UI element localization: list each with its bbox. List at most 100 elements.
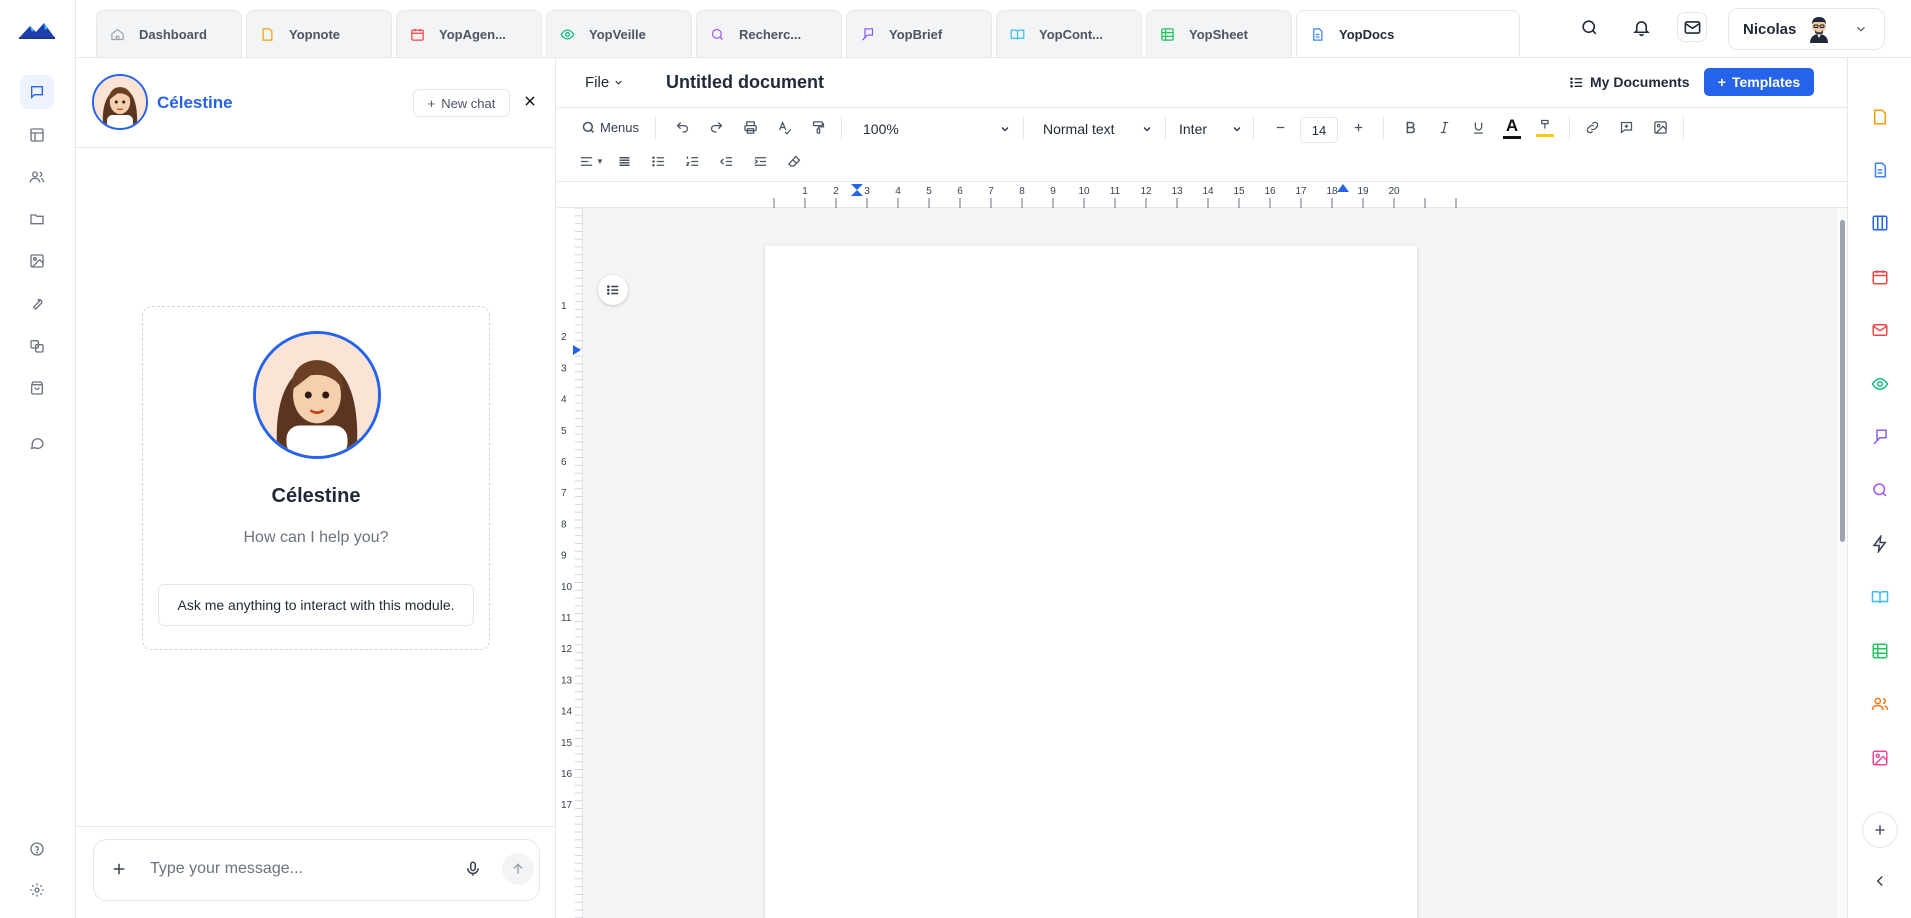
clear-formatting-icon[interactable] <box>787 154 802 169</box>
lightning-icon[interactable] <box>1870 534 1890 554</box>
ruler-label: 12 <box>1140 186 1152 197</box>
attach-plus-icon[interactable] <box>110 860 128 878</box>
user-menu[interactable]: Nicolas <box>1728 8 1885 50</box>
app-logo[interactable] <box>18 20 56 40</box>
ruler-label: 14 <box>1202 186 1214 197</box>
bag-rail-icon[interactable] <box>20 371 54 405</box>
numbered-list-icon[interactable] <box>685 154 700 169</box>
add-app-button[interactable] <box>1862 812 1898 848</box>
brief-icon[interactable] <box>1870 427 1890 447</box>
tab-yopsheet[interactable]: YopSheet <box>1146 10 1292 57</box>
scrollbar-thumb[interactable] <box>1840 220 1845 542</box>
collapse-chevron-icon[interactable] <box>1870 871 1890 891</box>
paragraph-style-select[interactable]: Normal text <box>1043 116 1155 142</box>
plus-icon <box>1875 825 1885 835</box>
image-rail-icon[interactable] <box>20 244 54 278</box>
highlight-color-icon[interactable] <box>1536 118 1554 137</box>
suggestion-chip[interactable]: Ask me anything to interact with this mo… <box>158 584 474 626</box>
editor-scrollbar[interactable] <box>1837 208 1847 918</box>
users-rail-icon[interactable] <box>20 160 54 194</box>
folder-rail-icon[interactable] <box>20 202 54 236</box>
left-indent-marker[interactable] <box>851 184 863 196</box>
templates-button[interactable]: + Templates <box>1704 68 1814 96</box>
underline-icon[interactable] <box>1471 120 1486 135</box>
line-spacing-icon[interactable] <box>617 154 632 169</box>
tab-yopnote[interactable]: Yopnote <box>246 10 392 57</box>
tab-dashboard[interactable]: Dashboard <box>96 10 242 57</box>
zoom-select[interactable]: 100% <box>863 116 1013 142</box>
tab-yopdocs[interactable]: YopDocs <box>1296 10 1520 57</box>
chevron-down-icon <box>1857 26 1866 32</box>
document-title[interactable]: Untitled document <box>666 72 824 93</box>
outdent-icon[interactable] <box>719 154 734 169</box>
search-icon[interactable] <box>1870 480 1890 500</box>
mail-icon[interactable] <box>1677 12 1707 42</box>
left-rail <box>0 0 76 918</box>
font-size-input[interactable]: 14 <box>1300 117 1338 143</box>
new-chat-button[interactable]: + New chat <box>413 89 510 117</box>
bell-icon[interactable] <box>1628 14 1654 40</box>
close-icon[interactable] <box>520 91 540 111</box>
search-icon[interactable] <box>1576 14 1602 40</box>
my-documents-button[interactable]: My Documents <box>1569 74 1690 90</box>
gallery-icon[interactable] <box>1870 748 1890 768</box>
bullet-list-icon[interactable] <box>651 154 666 169</box>
tab-yopagenda[interactable]: YopAgen... <box>396 10 542 57</box>
chat-rail-icon[interactable] <box>20 75 54 109</box>
translate-rail-icon[interactable] <box>20 329 54 363</box>
note-icon[interactable] <box>1870 107 1890 127</box>
send-button[interactable] <box>502 853 534 885</box>
team-icon[interactable] <box>1870 694 1890 714</box>
note-icon <box>259 26 275 42</box>
help-rail-icon[interactable] <box>20 832 54 866</box>
ruler-label: 11 <box>1110 186 1121 197</box>
mail-icon[interactable] <box>1870 320 1890 340</box>
document-outline-button[interactable] <box>598 275 628 305</box>
comment-rail-icon[interactable] <box>20 426 54 460</box>
sheet-icon <box>1159 26 1175 42</box>
eye-icon <box>559 26 575 42</box>
right-indent-marker[interactable] <box>1337 184 1349 192</box>
tab-yopcontent[interactable]: YopCont... <box>996 10 1142 57</box>
settings-rail-icon[interactable] <box>20 873 54 907</box>
sheet-icon[interactable] <box>1870 641 1890 661</box>
calendar-icon[interactable] <box>1870 267 1890 287</box>
ruler-label: 3 <box>864 186 870 197</box>
document-page[interactable] <box>765 246 1417 918</box>
redo-icon[interactable] <box>709 120 724 135</box>
plus-icon: + <box>1717 74 1726 90</box>
image-icon[interactable] <box>1653 120 1668 135</box>
assistant-name: Célestine <box>157 93 233 112</box>
increase-font-size-icon[interactable] <box>1351 120 1366 135</box>
ruler-label: 8 <box>1019 186 1025 197</box>
decrease-font-size-icon[interactable] <box>1273 120 1288 135</box>
italic-icon[interactable] <box>1437 120 1452 135</box>
file-menu[interactable]: File <box>585 74 624 91</box>
text-color-icon[interactable]: A <box>1503 117 1521 139</box>
menus-search-button[interactable]: Menus <box>581 120 639 135</box>
align-select-icon[interactable]: ▼ <box>579 154 604 169</box>
layout-rail-icon[interactable] <box>20 118 54 152</box>
microphone-icon[interactable] <box>464 860 482 878</box>
comment-icon[interactable] <box>1619 120 1634 135</box>
tab-yopbrief[interactable]: YopBrief <box>846 10 992 57</box>
ruler-label: 4 <box>895 186 901 197</box>
undo-icon[interactable] <box>675 120 690 135</box>
link-icon[interactable] <box>1585 120 1600 135</box>
top-margin-marker[interactable] <box>573 345 581 355</box>
paint-format-icon[interactable] <box>811 120 826 135</box>
print-icon[interactable] <box>743 120 758 135</box>
doc-icon[interactable] <box>1870 160 1890 180</box>
tab-recherche[interactable]: Recherc... <box>696 10 842 57</box>
message-input[interactable] <box>150 856 430 882</box>
bold-icon[interactable] <box>1403 120 1418 135</box>
indent-icon[interactable] <box>753 154 768 169</box>
tab-yopveille[interactable]: YopVeille <box>546 10 692 57</box>
chevron-down-icon <box>1233 127 1241 132</box>
wrench-rail-icon[interactable] <box>20 286 54 320</box>
book-icon[interactable] <box>1870 587 1890 607</box>
columns-icon[interactable] <box>1870 213 1890 233</box>
spellcheck-icon[interactable] <box>777 120 792 135</box>
eye-icon[interactable] <box>1870 374 1890 394</box>
font-family-select[interactable]: Inter <box>1179 116 1245 142</box>
